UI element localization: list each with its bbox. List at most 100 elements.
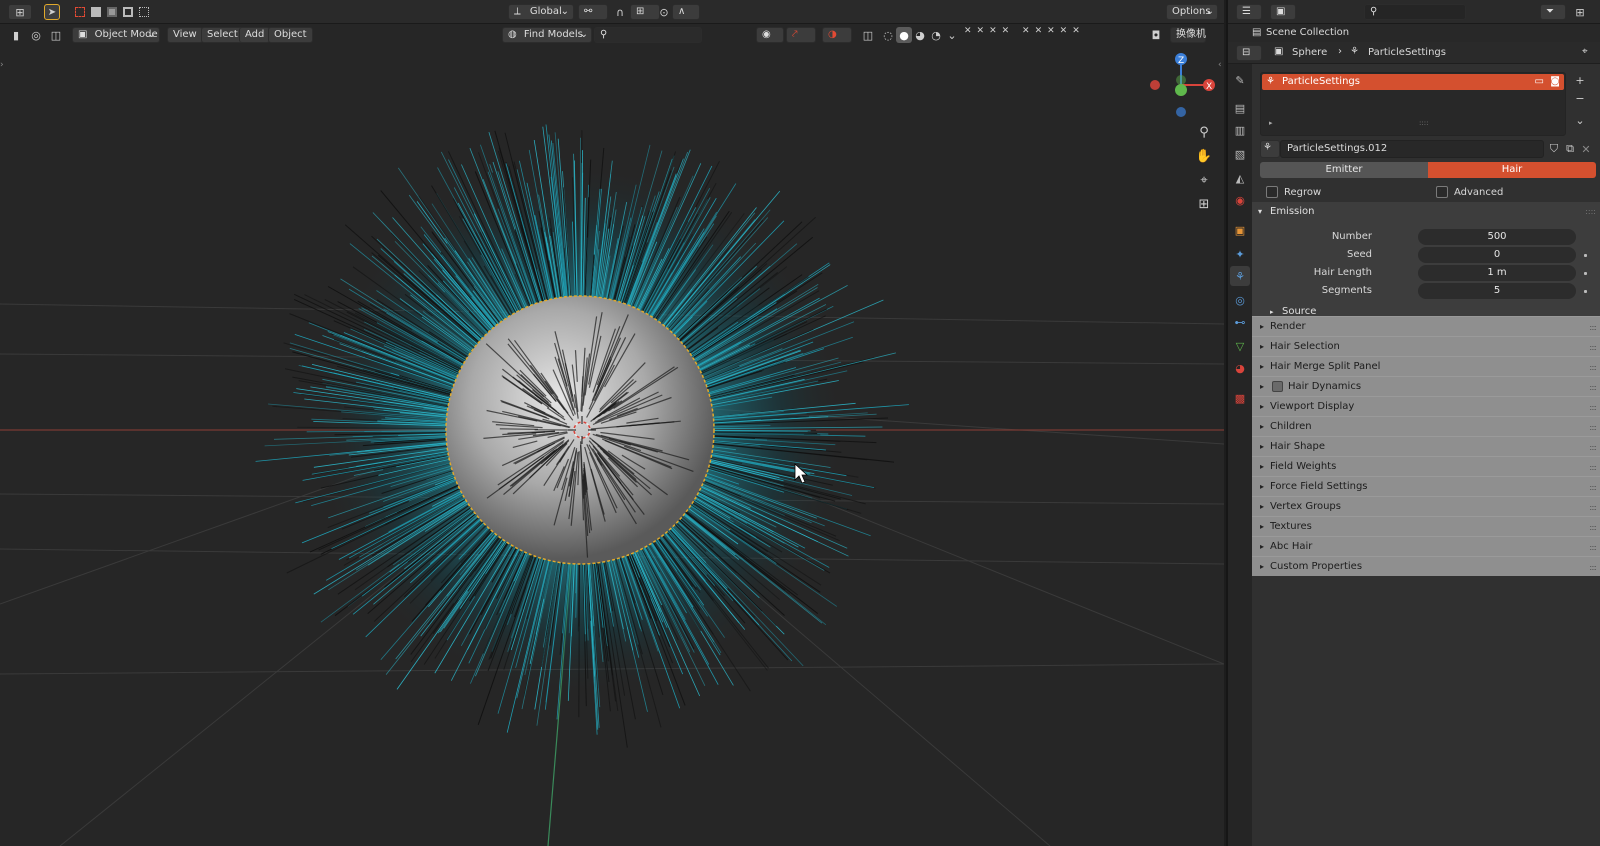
tab-object[interactable]: ▣ [1230,220,1250,240]
pan-button[interactable]: ✋ [1193,145,1215,167]
navigation-gizmo[interactable]: Z X [1150,53,1215,117]
select-intersect-button[interactable] [136,4,152,20]
keyframe-dot[interactable] [1584,254,1587,257]
material-shading[interactable]: ◕ [912,27,928,43]
sidebar-expand-arrow[interactable]: ‹ [1218,60,1222,70]
pin-icon[interactable]: ⌖ [1582,46,1588,57]
advanced-checkbox[interactable] [1436,186,1448,198]
resize-grip-icon[interactable]: :::: [1419,119,1428,127]
mode-dropdown[interactable]: ▣ Object Mode ⌄ [72,27,160,43]
panel-hair-selection[interactable]: ▸ Hair Selection:::: [1252,336,1600,356]
panel-viewport-display[interactable]: ▸ Viewport Display:::: [1252,396,1600,416]
duplicate-button[interactable]: ⧉ [1562,141,1578,157]
emitter-tab[interactable]: Emitter [1260,162,1428,178]
tab-constraints[interactable]: ⊷ [1230,312,1250,332]
proportional-edit-toggle[interactable]: ⊙ [656,4,672,20]
3d-viewport[interactable]: Z X ▮ ◎ ◫ ▣ Object Mode ⌄ View Select Ad… [0,24,1224,846]
camera-icon[interactable]: ◙ [1550,74,1560,90]
monitor-icon[interactable]: ▭ [1535,74,1544,90]
outliner-search-input[interactable]: ⚲ [1364,4,1466,20]
xray-toggle[interactable]: ◫ [860,27,876,43]
zoom-button[interactable]: ⚲ [1193,121,1215,143]
menu-object[interactable]: Object [268,27,313,43]
particle-slot-list[interactable]: ⚘ ParticleSettings ▭ ◙ ▸ :::: [1260,72,1566,136]
tab-material[interactable]: ◕ [1230,358,1250,378]
bookmark-button[interactable]: ▮ [8,27,24,43]
panel-custom-properties[interactable]: ▸ Custom Properties:::: [1252,556,1600,576]
tab-particles[interactable]: ⚘ [1230,266,1250,286]
segments-field[interactable]: 5 [1418,283,1576,299]
rendered-shading[interactable]: ◔ [928,27,944,43]
snap-toggle[interactable]: ∩ [612,4,628,20]
new-collection-button[interactable]: ⊞ [1572,4,1588,20]
orientation-dropdown[interactable]: ⟂ Global ⌄ [508,4,574,20]
editor-type-button[interactable]: ⊞ [8,4,32,20]
extra-toggle-row[interactable]: ✕✕✕✕ ✕✕✕✕✕ [964,26,1134,44]
tab-texture[interactable]: ▩ [1230,388,1250,408]
camera-switch-icon-button[interactable]: ◘ [1148,27,1164,43]
outliner-row[interactable]: ▤ Scene Collection [1228,24,1600,42]
drag-grip-icon[interactable]: :::: [1585,202,1596,222]
add-slot-button[interactable]: + [1572,72,1588,88]
remove-slot-button[interactable]: − [1572,90,1588,106]
panel-force-field-settings[interactable]: ▸ Force Field Settings:::: [1252,476,1600,496]
unlink-button[interactable]: ✕ [1578,141,1594,157]
expand-arrow-icon[interactable]: ▸ [1269,119,1273,127]
hair-length-field[interactable]: 1 m [1418,265,1576,281]
gizmo-dropdown[interactable]: ⤤ [786,27,816,43]
tab-modifiers[interactable]: ✦ [1230,244,1250,264]
hair-dynamics-checkbox[interactable] [1272,381,1283,392]
menu-add[interactable]: Add [239,27,271,43]
panel-render[interactable]: ▸ Render:::: [1252,316,1600,336]
tab-physics[interactable]: ◎ [1230,290,1250,310]
panel-textures[interactable]: ▸ Textures:::: [1252,516,1600,536]
tab-tool[interactable]: ✎ [1230,70,1250,90]
tab-world[interactable]: ◉ [1230,190,1250,210]
panel-hair-merge-split[interactable]: ▸ Hair Merge Split Panel:::: [1252,356,1600,376]
menu-view[interactable]: View [167,27,203,43]
panel-vertex-groups[interactable]: ▸ Vertex Groups:::: [1252,496,1600,516]
camera-view-button[interactable]: ◎ [28,27,44,43]
falloff-dropdown[interactable]: ∧ [672,4,700,20]
number-field[interactable]: 500 [1418,229,1576,245]
visibility-dropdown[interactable]: ◉ [756,27,784,43]
emission-header[interactable]: ▾ Emission :::: [1252,202,1600,222]
panel-field-weights[interactable]: ▸ Field Weights:::: [1252,456,1600,476]
hair-tab[interactable]: Hair [1428,162,1596,178]
select-tool-button[interactable]: ➤ [44,4,60,20]
filter-dropdown[interactable]: ⏷ [1540,4,1566,20]
select-subtract-button[interactable] [104,4,120,20]
slot-item[interactable]: ⚘ ParticleSettings ▭ ◙ [1262,74,1564,90]
panel-hair-dynamics[interactable]: ▸ Hair Dynamics:::: [1252,376,1600,396]
panel-abc-hair[interactable]: ▸ Abc Hair:::: [1252,536,1600,556]
toolbar-expand-arrow[interactable]: › [0,60,4,70]
pivot-dropdown[interactable]: ⚯ [578,4,608,20]
render-region-button[interactable]: ◫ [48,27,64,43]
solid-shading[interactable]: ● [896,27,912,43]
select-new-button[interactable] [72,4,88,20]
perspective-toggle-button[interactable]: ⊞ [1193,193,1215,215]
settings-browse-button[interactable]: ⚘ [1260,140,1280,158]
fake-user-button[interactable]: ⛉ [1546,141,1562,157]
shading-options[interactable]: ⌄ [944,27,960,43]
panel-hair-shape[interactable]: ▸ Hair Shape:::: [1252,436,1600,456]
keyframe-dot[interactable] [1584,272,1587,275]
panel-children[interactable]: ▸ Children:::: [1252,416,1600,436]
model-search-input[interactable]: ⚲ [594,27,702,43]
options-dropdown[interactable]: Options ⌄ [1166,4,1218,20]
menu-select[interactable]: Select [201,27,244,43]
tab-output[interactable]: ▥ [1230,120,1250,140]
regrow-checkbox[interactable] [1266,186,1278,198]
camera-switch-button[interactable]: 换像机 [1170,27,1206,43]
tab-view-layer[interactable]: ▧ [1230,144,1250,164]
keyframe-dot[interactable] [1584,290,1587,293]
find-models-dropdown[interactable]: ◍ Find Models ⌄ [502,27,592,43]
settings-name-field[interactable]: ParticleSettings.012 [1280,140,1544,158]
tab-render[interactable]: ▤ [1230,98,1250,118]
outliner-editor-type[interactable]: ☰ [1236,4,1262,20]
wireframe-shading[interactable]: ◌ [880,27,896,43]
overlay-dropdown[interactable]: ◑ [822,27,852,43]
tab-data[interactable]: ▽ [1230,336,1250,356]
display-mode-dropdown[interactable]: ▣ [1270,4,1296,20]
select-invert-button[interactable] [120,4,136,20]
